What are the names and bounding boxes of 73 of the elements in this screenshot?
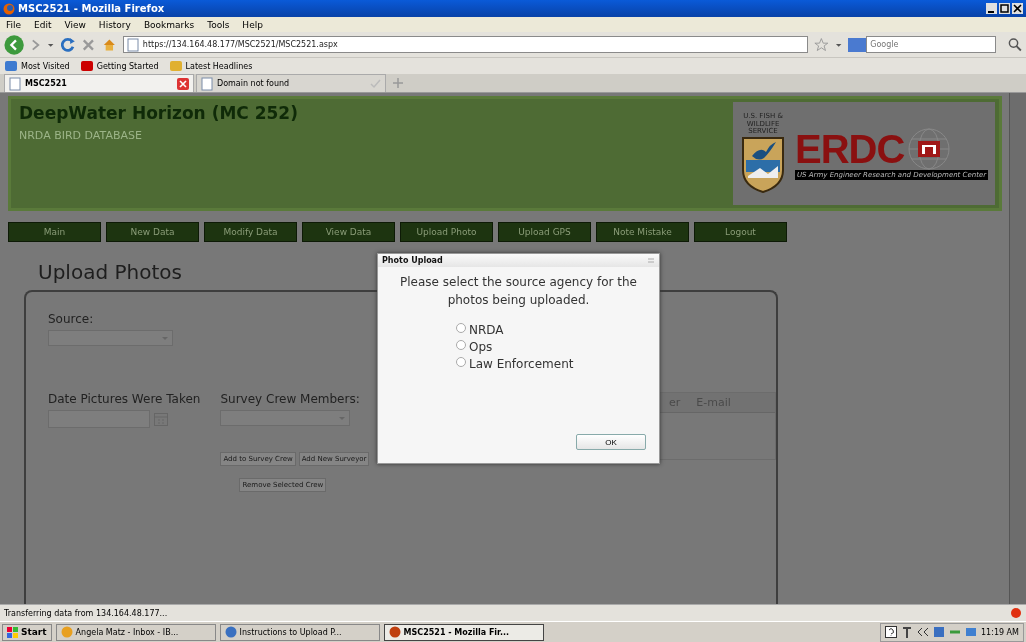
nav-button[interactable]: View Data bbox=[302, 222, 395, 242]
nav-button[interactable]: Modify Data bbox=[204, 222, 297, 242]
site-subtitle: NRDA BIRD DATABASE bbox=[19, 129, 143, 142]
radio-button[interactable] bbox=[456, 356, 466, 367]
page-icon bbox=[9, 76, 21, 91]
nav-button[interactable]: Note Mistake bbox=[596, 222, 689, 242]
globe-castle-icon bbox=[908, 127, 951, 170]
page-icon bbox=[126, 37, 139, 52]
browser-tab[interactable]: MSC2521 bbox=[4, 74, 194, 92]
search-engine-icon bbox=[848, 37, 867, 52]
firefox-icon bbox=[3, 2, 15, 15]
radio-option[interactable]: Law Enforcement bbox=[456, 357, 574, 371]
radio-option[interactable]: Ops bbox=[456, 340, 493, 354]
nav-button[interactable]: Upload Photo bbox=[400, 222, 493, 242]
ok-button[interactable]: OK bbox=[576, 434, 646, 450]
expand-icon bbox=[917, 626, 929, 638]
radio-option[interactable]: NRDA bbox=[456, 323, 504, 337]
star-icon bbox=[814, 36, 829, 53]
address-field[interactable]: https://134.164.48.177/MSC2521/MSC2521.aspx bbox=[122, 36, 809, 53]
help-icon bbox=[885, 626, 897, 638]
dialog-message: Please select the source agency for the photos being uploaded. bbox=[399, 274, 638, 309]
menu-item[interactable]: Bookmarks bbox=[143, 19, 195, 30]
close-icon bbox=[177, 77, 189, 90]
start-button[interactable]: Start bbox=[2, 623, 52, 641]
site-title: DeepWater Horizon (MC 252) bbox=[19, 103, 298, 123]
taskbar-button[interactable]: Instructions to Upload P... bbox=[219, 623, 380, 641]
dialog-title: Photo Upload bbox=[382, 256, 443, 265]
bookmark-link[interactable]: Latest Headlines bbox=[168, 59, 253, 73]
grip-icon bbox=[647, 257, 655, 264]
reload-icon bbox=[60, 36, 76, 53]
maximize-icon bbox=[999, 3, 1010, 14]
nav-button[interactable]: Upload GPS bbox=[498, 222, 591, 242]
taskbar-button[interactable]: MSC2521 - Mozilla Fir... bbox=[383, 623, 544, 641]
bookmark-link[interactable]: Most Visited bbox=[4, 59, 70, 73]
app-icon bbox=[388, 626, 401, 638]
back-icon bbox=[4, 33, 25, 56]
crew-dropdown[interactable] bbox=[220, 410, 351, 426]
radio-button[interactable] bbox=[456, 339, 466, 350]
field-label: Date Pictures Were Taken bbox=[48, 392, 201, 406]
alert-icon bbox=[1010, 607, 1022, 619]
nav-button[interactable]: New Data bbox=[106, 222, 199, 242]
search-icon bbox=[1008, 37, 1022, 52]
field-label: Survey Crew Members: bbox=[220, 392, 361, 406]
nav-button[interactable]: Logout bbox=[694, 222, 787, 242]
nav-button[interactable]: Main bbox=[8, 222, 101, 242]
scrollbar[interactable] bbox=[1009, 93, 1026, 604]
menu-item[interactable]: Help bbox=[242, 19, 263, 30]
radio-button[interactable] bbox=[456, 322, 466, 333]
menu-item[interactable]: History bbox=[98, 19, 131, 30]
minimize-icon bbox=[986, 3, 997, 14]
check-icon bbox=[369, 77, 381, 90]
field-label: Source: bbox=[48, 312, 95, 326]
menu-item[interactable]: Edit bbox=[34, 19, 52, 30]
close-icon bbox=[1012, 3, 1023, 14]
status-text: Transferring data from 134.164.48.177... bbox=[4, 608, 168, 618]
bird-shield-icon bbox=[740, 136, 786, 195]
taskbar-button[interactable]: Angela Matz - Inbox - IB... bbox=[55, 623, 216, 641]
new-tab-icon bbox=[392, 77, 404, 89]
menu-item[interactable]: File bbox=[6, 19, 22, 30]
browser-tab[interactable]: Domain not found bbox=[196, 74, 386, 92]
erdc-logo-text: ERDC bbox=[795, 128, 905, 169]
search-field[interactable]: Google bbox=[866, 36, 997, 53]
source-dropdown[interactable] bbox=[48, 330, 173, 346]
windows-logo-icon bbox=[7, 626, 18, 638]
clock-text: 11:19 AM bbox=[981, 627, 1019, 637]
window-title: MSC2521 - Mozilla Firefox bbox=[18, 3, 165, 14]
app-icon bbox=[224, 626, 237, 638]
menu-item[interactable]: View bbox=[64, 19, 86, 30]
bookmark-link[interactable]: Getting Started bbox=[79, 59, 159, 73]
page-heading: Upload Photos bbox=[38, 260, 182, 284]
app-icon bbox=[60, 626, 73, 638]
page-icon bbox=[201, 76, 213, 91]
menu-item[interactable]: Tools bbox=[207, 19, 230, 30]
